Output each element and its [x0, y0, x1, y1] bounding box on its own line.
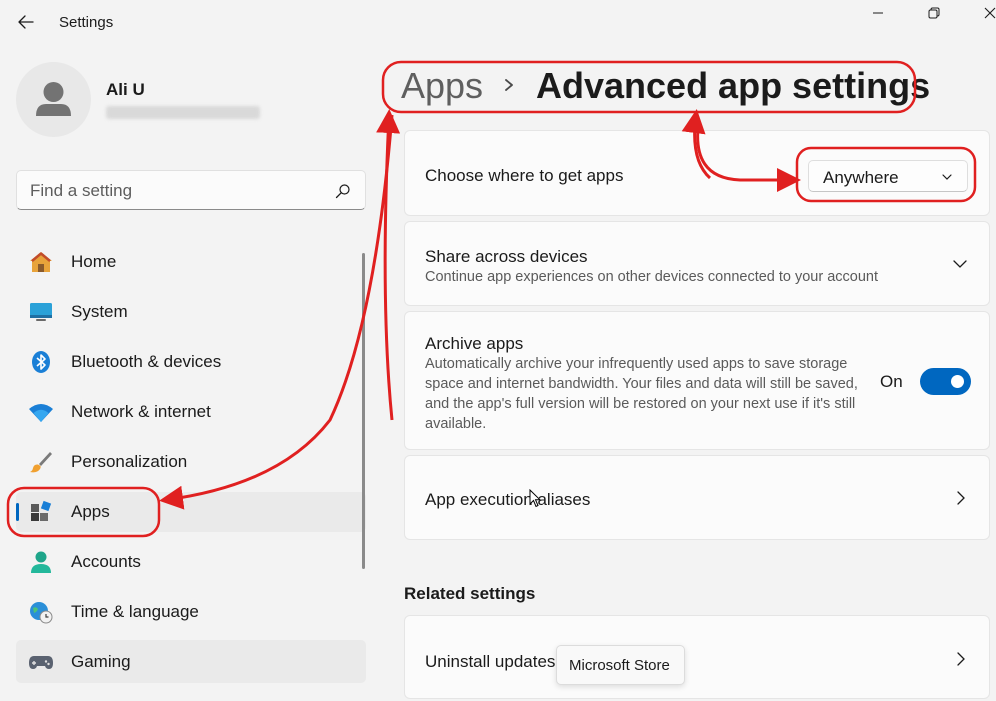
archive-apps-toggle[interactable]	[920, 368, 971, 395]
sidebar-item-time-language[interactable]: Time & language	[16, 592, 366, 632]
app-source-value: Anywhere	[823, 168, 899, 187]
sidebar-item-label: Gaming	[71, 652, 131, 671]
person-icon	[36, 82, 71, 116]
sidebar-item-label: Network & internet	[71, 402, 211, 421]
mouse-cursor-icon	[529, 489, 541, 508]
chevron-down-icon	[942, 174, 952, 180]
share-across-title: Share across devices	[425, 247, 588, 266]
tooltip: Microsoft Store	[556, 645, 685, 685]
apps-icon	[28, 500, 54, 524]
close-icon	[984, 7, 996, 19]
sidebar-item-network-internet[interactable]: Network & internet	[16, 392, 366, 432]
sidebar-item-label: Time & language	[71, 602, 199, 621]
gamepad-icon	[28, 650, 54, 674]
app-source-dropdown[interactable]: Anywhere	[808, 160, 968, 192]
search-icon[interactable]	[335, 183, 351, 199]
minimize-button[interactable]	[855, 0, 901, 26]
share-across-devices-card[interactable]: Share across devices Continue app experi…	[404, 221, 990, 306]
restore-button[interactable]	[911, 0, 957, 26]
bluetooth-icon	[28, 350, 54, 374]
share-across-description: Continue app experiences on other device…	[425, 269, 879, 285]
brush-icon	[28, 450, 54, 474]
avatar[interactable]	[16, 62, 91, 137]
chevron-down-icon[interactable]	[952, 256, 968, 272]
selection-indicator	[16, 503, 19, 521]
app-title: Settings	[59, 14, 114, 31]
search-input[interactable]	[30, 180, 330, 202]
sidebar-item-accounts[interactable]: Accounts	[16, 542, 366, 582]
sidebar-item-label: Personalization	[71, 452, 188, 471]
sidebar-item-system[interactable]: System	[16, 292, 366, 332]
sidebar-item-gaming[interactable]: Gaming	[16, 640, 366, 683]
uninstall-updates-card[interactable]: Uninstall updates	[404, 615, 990, 699]
breadcrumb-parent-link[interactable]: Apps	[401, 65, 483, 107]
system-icon	[28, 300, 54, 324]
home-icon	[28, 250, 54, 274]
annotation-arrow-to-title	[376, 109, 401, 421]
minimize-icon	[873, 12, 883, 14]
wifi-icon	[28, 400, 54, 424]
archive-apps-card: Archive apps Automatically archive your …	[404, 311, 990, 450]
accounts-icon	[28, 550, 54, 574]
app-execution-aliases-title: App execution aliases	[425, 490, 591, 509]
back-arrow-icon	[18, 15, 34, 29]
user-email-redacted	[106, 106, 260, 119]
close-button[interactable]	[967, 0, 996, 26]
chevron-right-icon	[957, 491, 965, 505]
related-settings-heading: Related settings	[404, 584, 536, 603]
sidebar-item-apps[interactable]: Apps	[16, 492, 366, 532]
uninstall-updates-title: Uninstall updates	[425, 652, 556, 671]
search-box[interactable]	[16, 170, 366, 210]
archive-apps-description: Automatically archive your infrequently …	[425, 356, 858, 432]
sidebar-item-home[interactable]: Home	[16, 242, 366, 282]
sidebar-scrollbar[interactable]	[362, 253, 365, 569]
choose-where-card: Choose where to get apps Anywhere	[404, 130, 990, 216]
chevron-right-icon	[957, 652, 965, 666]
sidebar-item-personalization[interactable]: Personalization	[16, 442, 366, 482]
page-title: Advanced app settings	[536, 65, 931, 106]
sidebar-item-bluetooth-devices[interactable]: Bluetooth & devices	[16, 342, 366, 382]
sidebar-item-label: Bluetooth & devices	[71, 352, 222, 371]
archive-apps-title: Archive apps	[425, 334, 524, 353]
toggle-state-label: On	[880, 372, 903, 391]
toggle-knob	[951, 375, 964, 388]
sidebar-item-label: Home	[71, 252, 117, 271]
user-name: Ali U	[106, 80, 145, 99]
title-bar: Settings	[0, 0, 996, 44]
restore-icon	[928, 7, 940, 19]
clock-globe-icon	[28, 600, 54, 624]
sidebar-item-label: Apps	[71, 502, 110, 521]
tooltip-text: Microsoft Store	[569, 657, 670, 674]
sidebar-item-label: System	[71, 302, 128, 321]
app-execution-aliases-card[interactable]: App execution aliases	[404, 455, 990, 540]
back-button[interactable]	[10, 8, 42, 36]
sidebar-item-label: Accounts	[71, 552, 141, 571]
breadcrumb-chevron-icon	[505, 79, 513, 91]
choose-where-title: Choose where to get apps	[425, 166, 624, 185]
